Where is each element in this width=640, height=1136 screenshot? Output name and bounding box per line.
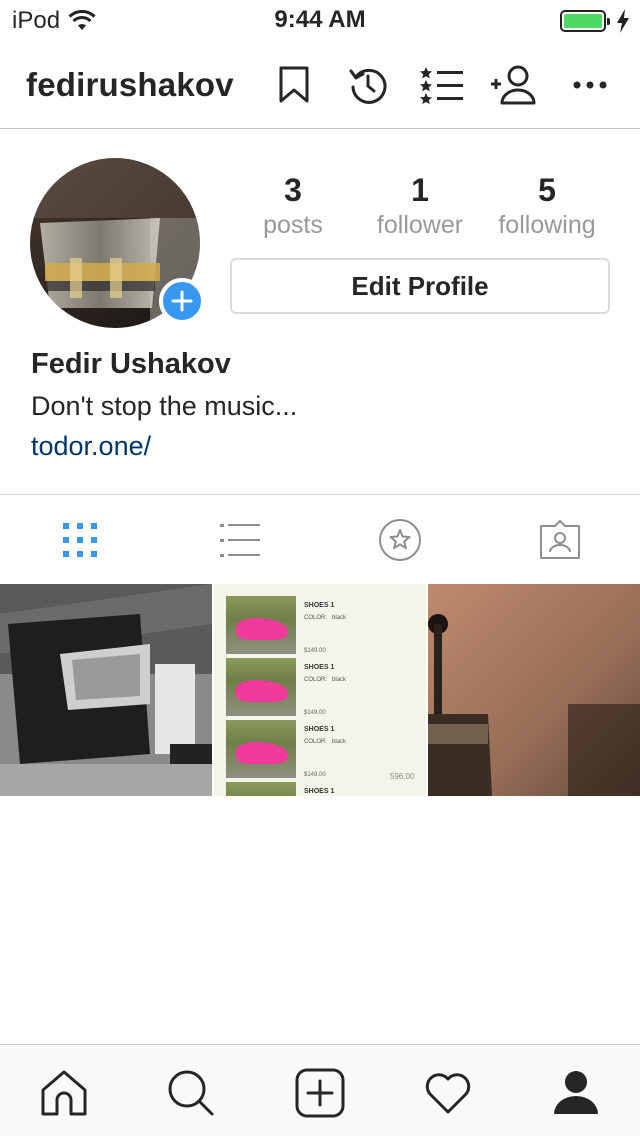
post-thumbnail-2[interactable]: SHOES 1 COLOR: black $149.00 SHOES 1 COL… <box>214 584 426 796</box>
options-button[interactable] <box>567 62 613 108</box>
status-bar: iPod 9:44 AM <box>0 0 640 40</box>
pink-shoe <box>236 618 288 640</box>
discover-people-button[interactable] <box>490 62 536 108</box>
shoe-image <box>226 720 296 778</box>
add-post-icon <box>295 1068 345 1118</box>
shoe-color: COLOR: black <box>304 677 347 683</box>
shoe-list-item: SHOES 1 <box>226 782 416 796</box>
posts-count: 3 <box>284 172 302 208</box>
nav-profile[interactable] <box>548 1065 604 1121</box>
heart-icon <box>425 1073 471 1114</box>
shoe-image <box>226 658 296 716</box>
shoe-color: COLOR: black <box>304 615 347 621</box>
shoe-list-item: SHOES 1 COLOR: black $149.00 <box>226 596 416 656</box>
bottom-nav <box>0 1044 640 1136</box>
history-icon <box>349 68 387 104</box>
followers-label: follower <box>376 211 464 239</box>
tab-tagged[interactable] <box>480 495 640 585</box>
shoe-price: $149.00 <box>304 648 326 654</box>
profile-header: fedirushakov <box>0 40 640 129</box>
nav-search[interactable] <box>163 1065 219 1121</box>
full-name: Fedir Ushakov <box>31 348 231 380</box>
shoe-title: SHOES 1 <box>304 726 335 733</box>
shoe-title: SHOES 1 <box>304 788 335 795</box>
shoe-title: SHOES 1 <box>304 602 335 609</box>
shoe-color: COLOR: black <box>304 739 347 745</box>
post-image-1 <box>0 584 212 796</box>
tab-grid[interactable] <box>0 495 160 585</box>
shoe-list-item: SHOES 1 COLOR: black $149.00 <box>226 658 416 718</box>
posts-grid: SHOES 1 COLOR: black $149.00 SHOES 1 COL… <box>0 584 640 796</box>
battery-icon <box>560 10 610 32</box>
shoe-image <box>226 782 296 796</box>
list-icon <box>220 524 260 557</box>
charging-icon <box>617 9 629 33</box>
tab-list[interactable] <box>160 495 320 585</box>
archive-button[interactable] <box>345 62 391 108</box>
shoe-image <box>226 596 296 654</box>
shoe-list-item: SHOES 1 COLOR: black $149.00 <box>226 720 416 780</box>
shoe-price: $149.00 <box>304 710 326 716</box>
pink-shoe <box>236 742 288 764</box>
avatar-container[interactable] <box>30 158 205 328</box>
battery-level <box>564 14 602 28</box>
profile-icon <box>554 1071 598 1114</box>
nav-new-post[interactable] <box>292 1065 348 1121</box>
tagged-icon <box>540 520 580 559</box>
bookmark-button[interactable] <box>271 62 317 108</box>
post-thumbnail-3[interactable] <box>428 584 640 796</box>
nav-home[interactable] <box>36 1065 92 1121</box>
followers-stat[interactable]: 1 follower <box>355 172 485 240</box>
following-label: following <box>498 211 596 239</box>
status-right <box>560 9 630 33</box>
grid-icon <box>63 523 97 557</box>
saved-star-icon <box>379 519 421 561</box>
shoe-total: 596.00 <box>390 772 415 781</box>
shoe-price: $149.00 <box>304 772 326 778</box>
edit-profile-button[interactable]: Edit Profile <box>230 258 610 314</box>
plus-icon <box>171 290 193 312</box>
search-icon <box>168 1070 214 1116</box>
profile-tabs <box>0 494 640 584</box>
posts-label: posts <box>263 211 323 239</box>
tab-saved[interactable] <box>320 495 480 585</box>
post-image-3 <box>428 584 640 796</box>
more-icon <box>573 81 607 89</box>
home-icon <box>41 1070 87 1116</box>
bookmark-icon <box>279 66 309 103</box>
add-story-button[interactable] <box>159 278 205 324</box>
status-time: 9:44 AM <box>274 6 366 33</box>
following-count: 5 <box>538 172 556 208</box>
website-link[interactable]: todor.one/ <box>31 431 151 462</box>
pink-shoe <box>236 680 288 702</box>
nav-activity[interactable] <box>420 1065 476 1121</box>
post-thumbnail-1[interactable] <box>0 584 212 796</box>
close-friends-list-icon <box>420 67 463 104</box>
following-stat[interactable]: 5 following <box>482 172 612 240</box>
add-person-icon <box>491 65 536 105</box>
close-friends-button[interactable] <box>419 62 465 108</box>
followers-count: 1 <box>411 172 429 208</box>
username-title[interactable]: fedirushakov <box>26 66 234 104</box>
bio-text: Don't stop the music... <box>31 391 298 421</box>
shoe-title: SHOES 1 <box>304 664 335 671</box>
posts-stat[interactable]: 3 posts <box>228 172 358 240</box>
